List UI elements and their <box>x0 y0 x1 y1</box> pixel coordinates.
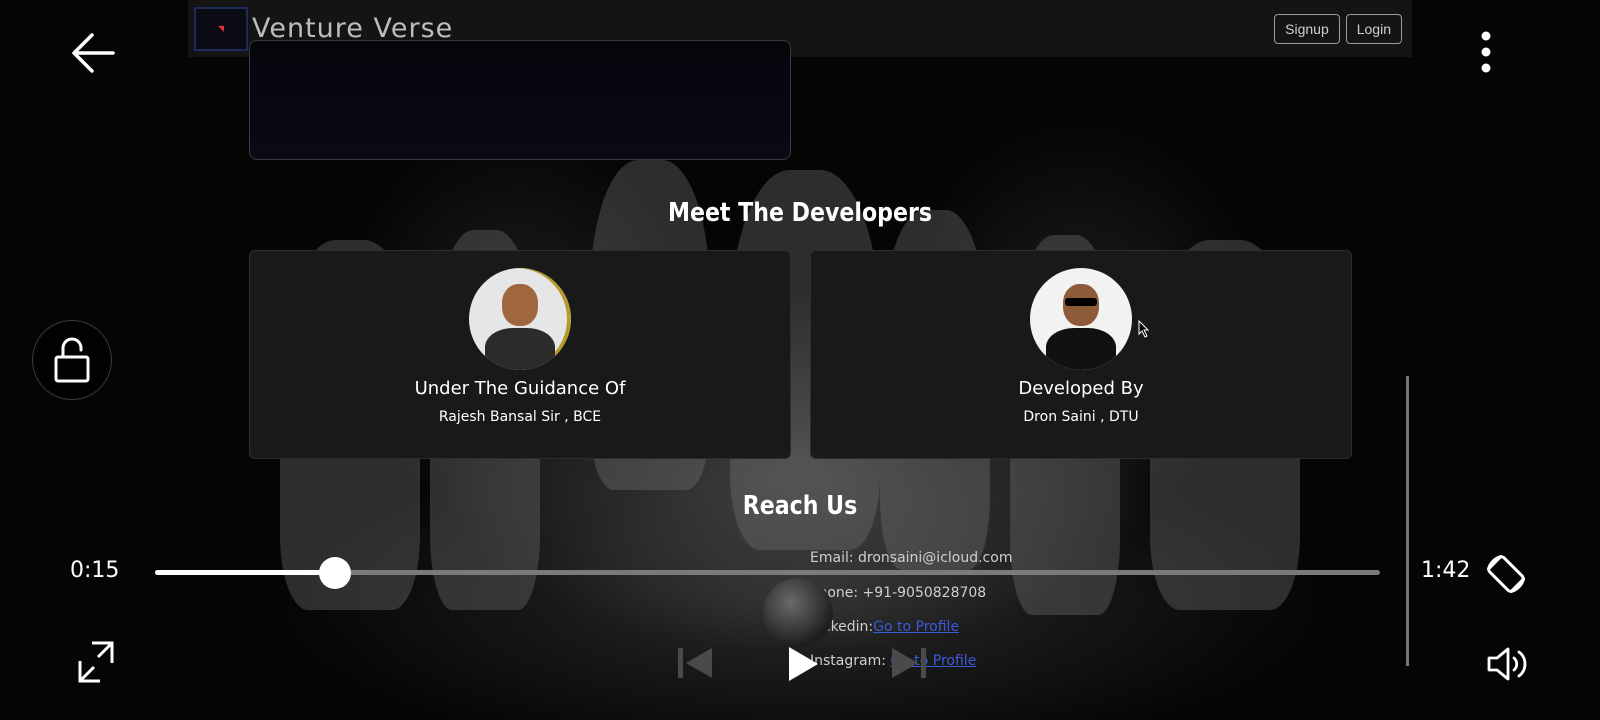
signup-button[interactable]: Signup <box>1274 13 1340 44</box>
total-time: 1:42 <box>1421 558 1471 583</box>
developer-card-author: Developed By Dron Saini , DTU <box>810 250 1352 459</box>
card-subtitle: Dron Saini , DTU <box>1023 409 1139 425</box>
seek-bar-progress <box>155 570 336 575</box>
back-arrow-icon[interactable] <box>70 30 116 76</box>
current-time: 0:15 <box>70 558 120 583</box>
seek-bar[interactable] <box>155 557 1380 589</box>
site-logo[interactable]: ◥ <box>194 6 248 51</box>
play-icon[interactable] <box>786 645 820 683</box>
developer-card-guide: Under The Guidance Of Rajesh Bansal Sir … <box>249 250 791 459</box>
instagram-label: Instagram: <box>810 653 886 669</box>
auth-buttons: Signup Login <box>1274 13 1402 44</box>
skip-next-icon[interactable] <box>890 645 928 681</box>
page-scrollbar[interactable] <box>1406 376 1409 666</box>
reach-us-heading: Reach Us <box>742 491 858 521</box>
contact-linkedin: Linkedin:Go to Profile <box>810 619 959 635</box>
card-title: Under The Guidance Of <box>414 378 626 399</box>
rotate-icon[interactable] <box>1482 550 1530 598</box>
login-button[interactable]: Login <box>1345 13 1402 44</box>
contact-phone: Phone: +91-9050828708 <box>810 585 987 601</box>
fullscreen-icon[interactable] <box>76 640 116 684</box>
lock-open-icon <box>54 337 90 383</box>
skip-previous-icon[interactable] <box>676 645 714 681</box>
volume-icon[interactable] <box>1486 646 1530 682</box>
developers-heading: Meet The Developers <box>667 198 933 228</box>
avatar <box>469 268 571 370</box>
seek-bar-thumb[interactable] <box>319 557 352 589</box>
contact-email: Email: dronsaini@icloud.com <box>810 550 1013 566</box>
about-video-frame[interactable] <box>249 40 791 160</box>
mouse-cursor-icon <box>1138 320 1150 338</box>
football-image <box>763 578 833 648</box>
avatar <box>1030 268 1132 370</box>
card-title: Developed By <box>1018 378 1144 399</box>
more-vert-icon[interactable] <box>1480 30 1492 74</box>
card-subtitle: Rajesh Bansal Sir , BCE <box>438 409 602 425</box>
linkedin-profile-link[interactable]: Go to Profile <box>873 619 959 635</box>
screen-lock-button[interactable] <box>32 320 112 400</box>
